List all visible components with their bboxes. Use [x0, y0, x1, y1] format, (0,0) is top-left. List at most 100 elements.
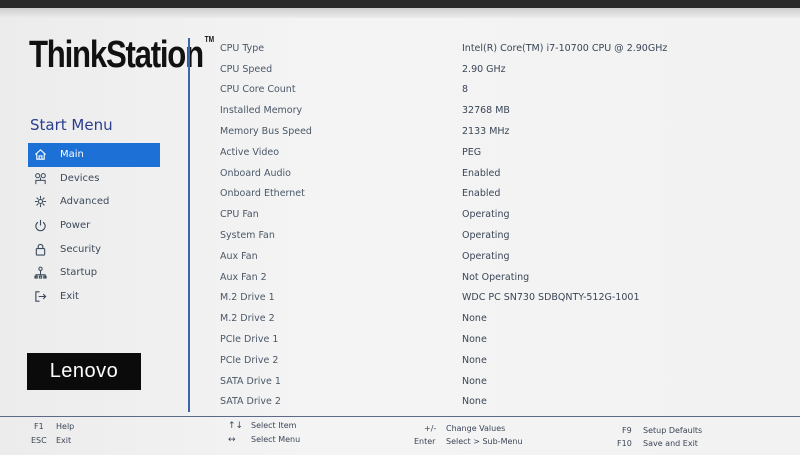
info-value: Intel(R) Core(TM) i7-10700 CPU @ 2.90GHz	[462, 42, 668, 54]
info-label: M.2 Drive 2	[220, 313, 275, 325]
info-row: Aux Fan Operating	[220, 246, 780, 267]
help-f9: F9 Setup Defaults	[622, 426, 702, 435]
info-row: CPU Type Intel(R) Core(TM) i7-10700 CPU @…	[220, 38, 780, 59]
help-esc: ESC Exit	[31, 436, 71, 445]
sidebar-item-security[interactable]: Security	[28, 237, 160, 261]
exit-icon	[28, 290, 52, 303]
info-label: Onboard Ethernet	[220, 188, 305, 200]
help-desc: Setup Defaults	[643, 426, 703, 435]
sidebar-item-power[interactable]: Power	[28, 214, 160, 238]
sidebar-item-label: Security	[60, 243, 102, 255]
startup-icon	[28, 266, 52, 279]
info-row: Onboard Audio Enabled	[220, 163, 780, 184]
info-label: Aux Fan 2	[220, 271, 267, 283]
info-label: PCIe Drive 1	[220, 334, 279, 346]
info-label: Installed Memory	[220, 105, 303, 117]
info-label: SATA Drive 2	[220, 396, 281, 408]
info-value: 2.90 GHz	[462, 63, 506, 75]
help-key: F9	[622, 426, 632, 435]
sidebar-item-label: Devices	[60, 172, 100, 184]
help-key: F1	[34, 422, 44, 431]
info-value: Enabled	[462, 188, 501, 200]
bios-screen: ThinkStation TM Start Menu Main Devices A…	[0, 8, 800, 455]
help-desc: Select > Sub-Menu	[446, 437, 523, 446]
info-row: M.2 Drive 2 None	[220, 308, 780, 329]
help-f1: F1 Help	[34, 422, 74, 431]
top-shade	[0, 8, 800, 18]
info-row: PCIe Drive 1 None	[220, 329, 780, 350]
info-value: 2133 MHz	[462, 126, 510, 138]
info-label: CPU Speed	[220, 63, 273, 75]
info-value: PEG	[462, 146, 482, 158]
info-row: CPU Speed 2.90 GHz	[220, 59, 780, 80]
sidebar-item-startup[interactable]: Startup	[28, 261, 160, 285]
info-row: CPU Core Count 8	[220, 80, 780, 101]
sidebar-item-main[interactable]: Main	[28, 143, 160, 167]
info-row: PCIe Drive 2 None	[220, 350, 780, 371]
help-desc: Save and Exit	[643, 439, 698, 448]
info-label: Onboard Audio	[220, 167, 291, 179]
help-key: Enter	[414, 437, 436, 446]
vertical-divider	[188, 38, 190, 412]
info-row: SATA Drive 2 None	[220, 392, 780, 413]
info-value: 32768 MB	[462, 105, 510, 117]
info-row: Aux Fan 2 Not Operating	[220, 267, 780, 288]
info-row: Onboard Ethernet Enabled	[220, 184, 780, 205]
lock-icon	[28, 243, 52, 256]
start-menu-title: Start Menu	[30, 116, 113, 134]
thinkstation-logo: ThinkStation TM	[29, 34, 215, 76]
info-label: CPU Core Count	[220, 84, 296, 96]
info-value: Operating	[462, 250, 510, 262]
info-label: Aux Fan	[220, 250, 258, 262]
devices-icon	[28, 172, 52, 185]
help-key: ESC	[31, 436, 47, 445]
sidebar-item-label: Startup	[60, 267, 98, 279]
info-value: None	[462, 375, 487, 387]
info-value: Operating	[462, 230, 510, 242]
info-row: Memory Bus Speed 2133 MHz	[220, 121, 780, 142]
sidebar-item-label: Advanced	[60, 196, 110, 208]
help-f10: F10 Save and Exit	[617, 439, 698, 448]
info-value: None	[462, 334, 487, 346]
info-row: M.2 Drive 1 WDC PC SN730 SDBQNTY-512G-100…	[220, 288, 780, 309]
home-icon	[28, 148, 52, 161]
updown-arrow-icon: ↑↓	[228, 421, 244, 431]
info-label: CPU Type	[220, 42, 265, 54]
help-desc: Change Values	[446, 424, 506, 433]
sidebar-item-devices[interactable]: Devices	[28, 167, 160, 191]
info-row: Active Video PEG	[220, 142, 780, 163]
info-label: M.2 Drive 1	[220, 292, 275, 304]
info-value: Operating	[462, 209, 510, 221]
info-value: WDC PC SN730 SDBQNTY-512G-1001	[462, 292, 640, 304]
info-label: Memory Bus Speed	[220, 126, 312, 138]
info-value: None	[462, 396, 487, 408]
info-label: PCIe Drive 2	[220, 354, 279, 366]
sidebar-item-label: Main	[60, 149, 84, 161]
help-key: +/-	[424, 424, 437, 433]
info-value: Enabled	[462, 167, 501, 179]
power-icon	[28, 219, 52, 232]
info-row: Installed Memory 32768 MB	[220, 100, 780, 121]
advanced-icon	[28, 195, 52, 208]
help-updown: ↑↓ Select Item	[228, 421, 296, 431]
help-bar-divider	[0, 416, 800, 417]
help-desc: Select Item	[251, 421, 297, 430]
help-key: F10	[617, 439, 632, 448]
help-plusminus: +/- Change Values	[424, 424, 505, 433]
sidebar-menu: Main Devices Advanced Power Security Sta…	[28, 143, 160, 308]
info-label: SATA Drive 1	[220, 375, 281, 387]
sidebar-item-advanced[interactable]: Advanced	[28, 190, 160, 214]
info-value: None	[462, 354, 487, 366]
sidebar-item-label: Exit	[60, 290, 79, 302]
help-enter: Enter Select > Sub-Menu	[414, 437, 523, 446]
info-label: System Fan	[220, 230, 275, 242]
lenovo-logo: Lenovo	[27, 353, 141, 390]
help-desc: Exit	[56, 436, 72, 445]
system-info-table: CPU Type Intel(R) Core(TM) i7-10700 CPU @…	[220, 38, 780, 412]
info-value: None	[462, 313, 487, 325]
info-label: CPU Fan	[220, 209, 259, 221]
info-label: Active Video	[220, 146, 280, 158]
sidebar-item-label: Power	[60, 220, 91, 232]
sidebar-item-exit[interactable]: Exit	[28, 285, 160, 309]
info-row: System Fan Operating	[220, 225, 780, 246]
